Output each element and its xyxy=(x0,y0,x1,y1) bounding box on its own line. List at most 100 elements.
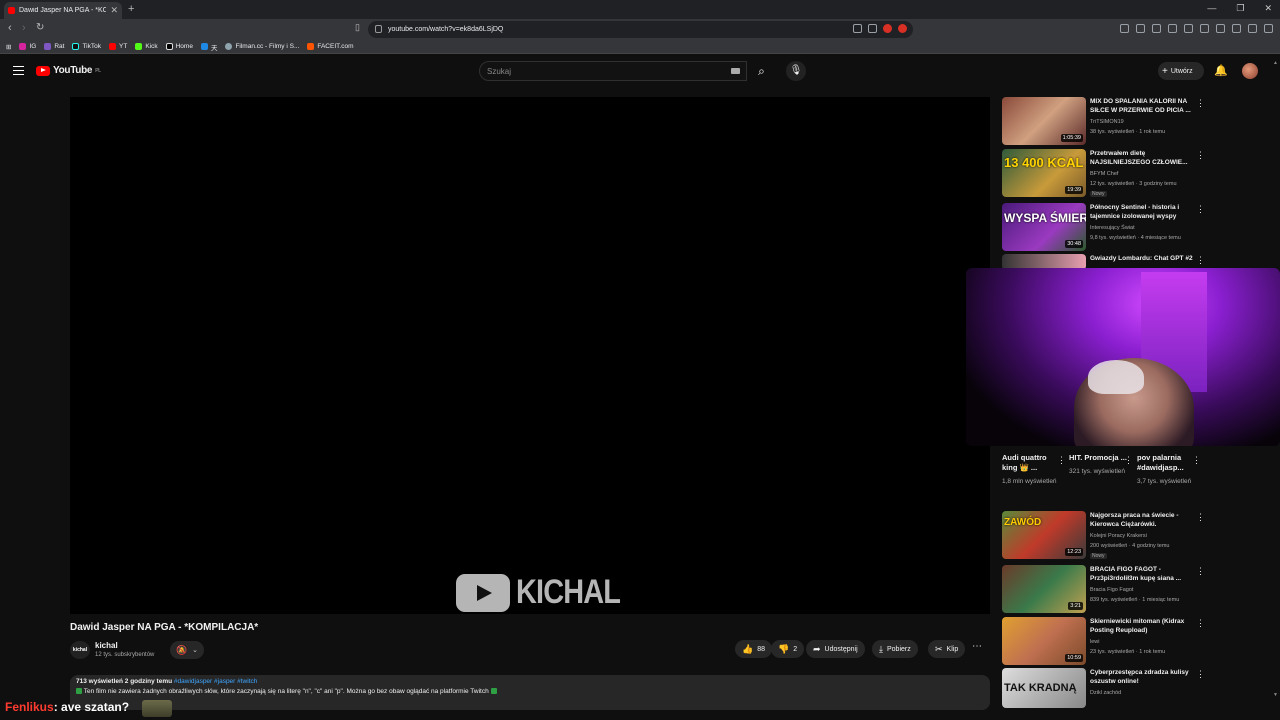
site-info-icon[interactable] xyxy=(375,25,382,33)
video-title[interactable]: Najgorsza praca na świecie - Kierowca Ci… xyxy=(1090,511,1194,529)
more-options-icon[interactable]: ⋮ xyxy=(1124,455,1133,466)
bookmark-tian[interactable]: 天 xyxy=(200,42,217,52)
video-player[interactable] xyxy=(70,97,990,614)
bookmark-faceit[interactable]: FACEIT.com xyxy=(307,43,353,50)
video-thumbnail[interactable]: 1:05:39 xyxy=(1002,97,1086,145)
bookmark-yt[interactable]: YT xyxy=(109,43,127,50)
video-thumbnail[interactable]: 3:21 xyxy=(1002,565,1086,613)
more-options-icon[interactable]: ⋮ xyxy=(1192,455,1201,466)
description-box[interactable]: 713 wyświetleń 2 godziny temu #dawidjasp… xyxy=(70,675,990,710)
recommended-video[interactable]: 1:05:39 MIX DO SPALANIA KALORII NA SIŁCE… xyxy=(1002,97,1205,145)
clip-button[interactable]: ✂ Klip xyxy=(928,640,966,658)
video-title[interactable]: Skierniewicki mitoman (Kidrax Posting Re… xyxy=(1090,617,1194,635)
download-button[interactable]: ⤓ Pobierz xyxy=(872,640,918,658)
account-avatar[interactable] xyxy=(1242,63,1258,79)
cast-icon[interactable] xyxy=(853,24,862,33)
music-icon[interactable] xyxy=(1184,24,1193,33)
video-title[interactable]: MIX DO SPALANIA KALORII NA SIŁCE W PRZER… xyxy=(1090,97,1194,115)
extension-icon[interactable] xyxy=(1168,24,1177,33)
microphone-icon[interactable]: 🎙 xyxy=(786,61,806,81)
channel-name[interactable]: kichal xyxy=(95,641,118,650)
extension-icon[interactable] xyxy=(1152,24,1161,33)
channel-name[interactable]: Kolejni Poracy Krakersi xyxy=(1090,533,1147,539)
channel-name[interactable]: Interesujący Świat xyxy=(1090,225,1135,231)
video-thumbnail[interactable]: ZAWÓD 12:23 xyxy=(1002,511,1086,559)
bookmark-home[interactable]: Home xyxy=(165,43,193,50)
recommended-video[interactable]: 13 400 KCAL 19:39 Przetrwałem dietę NAJS… xyxy=(1002,149,1205,197)
channel-name[interactable]: BFYM Chef xyxy=(1090,171,1118,177)
video-thumbnail[interactable]: TAK KRADNĄ xyxy=(1002,668,1086,708)
video-thumbnail[interactable]: 10:59 xyxy=(1002,617,1086,665)
more-options-icon[interactable]: ⋮ xyxy=(1196,618,1205,629)
scroll-up-icon[interactable]: ▲ xyxy=(1273,60,1278,66)
channel-name[interactable]: Dzikl zachód xyxy=(1090,690,1121,696)
page-scrollbar[interactable]: ▲ ▼ xyxy=(1273,60,1278,700)
video-thumbnail[interactable]: 13 400 KCAL 19:39 xyxy=(1002,149,1086,197)
brave-shield-icon[interactable] xyxy=(883,24,892,33)
subscription-notifications-button[interactable]: 🔕 ⌄ xyxy=(170,641,204,659)
more-options-icon[interactable]: ⋮ xyxy=(1196,98,1205,109)
wallet-icon[interactable] xyxy=(1232,24,1241,33)
scroll-down-icon[interactable]: ▼ xyxy=(1273,692,1278,698)
video-title[interactable]: Cyberprzestępca zdradza kulisy oszustw o… xyxy=(1090,668,1194,686)
minimize-icon[interactable]: — xyxy=(1207,3,1216,14)
short-item[interactable]: pov palarnia #dawidjasp... 3,7 tys. wyśw… xyxy=(1137,453,1201,486)
bookmark-filman[interactable]: Filman.cc - Filmy i S... xyxy=(225,43,299,50)
video-thumbnail[interactable]: WYSPA ŚMIERCI 30:48 xyxy=(1002,203,1086,251)
recommended-video[interactable]: 10:59 Skierniewicki mitoman (Kidrax Post… xyxy=(1002,617,1205,665)
more-actions-icon[interactable]: ⋯ xyxy=(972,641,982,652)
recommended-video[interactable]: ZAWÓD 12:23 Najgorsza praca na świecie -… xyxy=(1002,511,1205,559)
maximize-icon[interactable]: ❐ xyxy=(1236,3,1244,14)
split-view-icon[interactable] xyxy=(1216,24,1225,33)
short-item[interactable]: Audi quattro king 👑 ... 1,8 mln wyświetl… xyxy=(1002,453,1066,486)
channel-avatar[interactable]: kichal xyxy=(70,641,90,659)
apps-icon[interactable]: ⊞ xyxy=(6,43,11,51)
video-title[interactable]: BRACIA FIGO FAGOT - Prz3pi3rdolił3m kupę… xyxy=(1090,565,1194,583)
keyboard-icon[interactable] xyxy=(731,68,740,74)
more-options-icon[interactable]: ⋮ xyxy=(1196,512,1205,523)
sidebar-icon[interactable] xyxy=(1200,24,1209,33)
more-options-icon[interactable]: ⋮ xyxy=(1196,566,1205,577)
rewards-icon[interactable] xyxy=(898,24,907,33)
notifications-bell-icon[interactable]: 🔔 xyxy=(1214,64,1228,77)
youtube-logo[interactable]: YouTube PL xyxy=(36,65,101,76)
bookmark-icon[interactable]: ▯ xyxy=(355,22,360,33)
short-item[interactable]: HIT. Promocja ... 321 tys. wyświetleń ⋮ xyxy=(1069,453,1133,476)
short-title[interactable]: HIT. Promocja ... xyxy=(1069,453,1131,463)
video-title[interactable]: Północny Sentinel - historia i tajemnice… xyxy=(1090,203,1194,221)
reload-icon[interactable]: ↻ xyxy=(36,22,44,33)
vpn-icon[interactable] xyxy=(1248,24,1257,33)
browser-tab[interactable]: Dawid Jasper NA PGA - *KOM ✕ xyxy=(4,2,122,19)
menu-icon[interactable] xyxy=(1264,24,1273,33)
close-window-icon[interactable]: ✕ xyxy=(1264,3,1272,14)
channel-name[interactable]: Bracia Figo Fagot xyxy=(1090,587,1133,593)
recommended-video[interactable]: 3:21 BRACIA FIGO FAGOT - Prz3pi3rdolił3m… xyxy=(1002,565,1205,613)
channel-name[interactable]: TriTSIMON19 xyxy=(1090,119,1124,125)
more-options-icon[interactable]: ⋮ xyxy=(1057,455,1066,466)
recommended-video[interactable]: WYSPA ŚMIERCI 30:48 Północny Sentinel - … xyxy=(1002,203,1205,251)
extension-icon[interactable] xyxy=(1136,24,1145,33)
more-options-icon[interactable]: ⋮ xyxy=(1196,255,1205,266)
recommended-video[interactable]: TAK KRADNĄ Cyberprzestępca zdradza kulis… xyxy=(1002,668,1205,708)
share-button[interactable]: ➦ Udostępnij xyxy=(806,640,865,658)
channel-name[interactable]: lewi xyxy=(1090,639,1099,645)
new-tab-icon[interactable]: + xyxy=(128,3,134,15)
back-icon[interactable]: ‹ xyxy=(8,22,12,34)
create-button[interactable]: + Utwórz xyxy=(1158,62,1204,80)
share-page-icon[interactable] xyxy=(868,24,877,33)
dislike-button[interactable]: 👎 2 xyxy=(771,640,805,658)
search-input[interactable]: Szukaj xyxy=(479,61,747,81)
bookmark-tiktok[interactable]: TikTok xyxy=(72,43,101,50)
address-bar[interactable]: youtube.com/watch?v=ek8da6LSjDQ xyxy=(368,21,913,38)
bookmark-kick[interactable]: Kick xyxy=(135,43,158,50)
short-title[interactable]: pov palarnia #dawidjasp... xyxy=(1137,453,1199,473)
video-title[interactable]: Przetrwałem dietę NAJSILNIEJSZEGO CZŁOWI… xyxy=(1090,149,1194,167)
hashtags[interactable]: #dawidjasper #jasper #twitch xyxy=(174,678,257,685)
forward-icon[interactable]: › xyxy=(22,22,26,34)
extension-icon[interactable] xyxy=(1120,24,1129,33)
more-options-icon[interactable]: ⋮ xyxy=(1196,150,1205,161)
bookmark-rat[interactable]: Rat xyxy=(44,43,64,50)
close-tab-icon[interactable]: ✕ xyxy=(110,5,118,16)
video-title[interactable]: Gwiazdy Lombardu: Chat GPT #2 xyxy=(1090,254,1194,263)
more-options-icon[interactable]: ⋮ xyxy=(1196,669,1205,680)
